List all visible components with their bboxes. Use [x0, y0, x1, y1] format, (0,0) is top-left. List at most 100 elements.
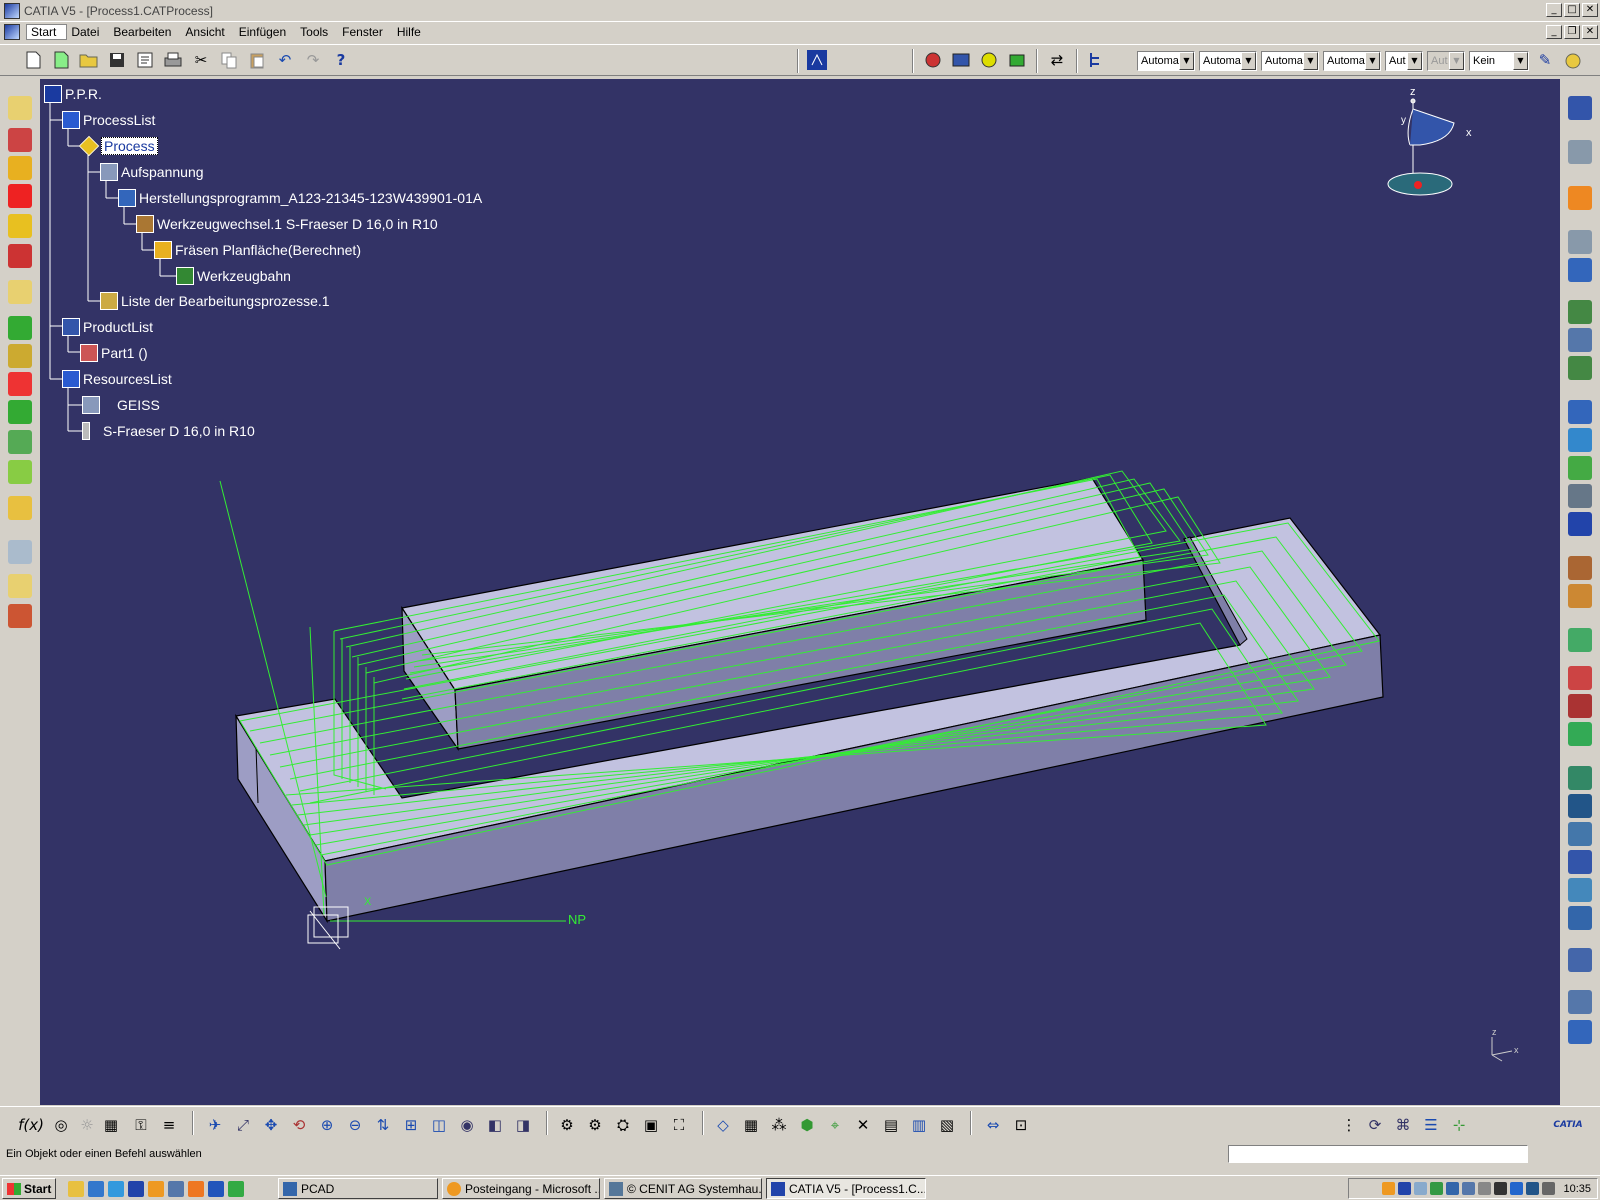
- drilling-icon[interactable]: [8, 344, 32, 368]
- tray-display-icon[interactable]: [1462, 1182, 1476, 1195]
- manufacturing-program-icon[interactable]: [8, 156, 32, 180]
- tool-query-icon[interactable]: [1568, 584, 1592, 608]
- render-style-icon[interactable]: ◉: [456, 1114, 478, 1136]
- lock-icon[interactable]: ⚿: [130, 1114, 152, 1136]
- tools-cross-icon[interactable]: ✕: [852, 1114, 874, 1136]
- layer-dropdown[interactable]: Aut ▼: [1385, 51, 1423, 71]
- green-axis-icon[interactable]: ⊹: [1448, 1114, 1470, 1136]
- whats-this-icon[interactable]: ?: [330, 49, 352, 71]
- tree-icon[interactable]: [1086, 49, 1108, 71]
- layout-icon[interactable]: ▥: [908, 1114, 930, 1136]
- nc-machine-icon[interactable]: [1568, 230, 1592, 254]
- tree-node-machine[interactable]: GEISS: [82, 395, 160, 415]
- redo-icon[interactable]: ↷: [302, 49, 324, 71]
- paste-icon[interactable]: [246, 49, 268, 71]
- machine-rotation-icon[interactable]: [8, 540, 32, 564]
- menu-ansicht[interactable]: Ansicht: [181, 25, 234, 39]
- multi-view-icon[interactable]: ⊞: [400, 1114, 422, 1136]
- video-icon[interactable]: [950, 49, 972, 71]
- points-icon[interactable]: ⁂: [768, 1114, 790, 1136]
- machine-sim-icon[interactable]: ⛭: [612, 1114, 634, 1136]
- analyze-icon[interactable]: ⛶: [668, 1114, 690, 1136]
- info-icon[interactable]: [1568, 990, 1592, 1014]
- line-type-dropdown[interactable]: Automa ▼: [1137, 51, 1195, 71]
- tree-node-manufacturing-program[interactable]: Herstellungsprogramm_A123-21345-123W4399…: [118, 188, 482, 208]
- measure-icon[interactable]: [1568, 140, 1592, 164]
- quicklaunch-explorer-icon[interactable]: [168, 1181, 184, 1197]
- swap-visible-icon[interactable]: ◨: [512, 1114, 534, 1136]
- tree-node-part1[interactable]: Part1 (): [80, 343, 148, 363]
- light-icon[interactable]: ☼: [76, 1114, 98, 1136]
- tray-flag-icon[interactable]: [1526, 1182, 1540, 1195]
- reaming-icon[interactable]: [8, 400, 32, 424]
- document-list-icon[interactable]: [1568, 258, 1592, 282]
- pocketing-icon[interactable]: [8, 244, 32, 268]
- rotary-table-icon[interactable]: [1568, 666, 1592, 690]
- spot-drilling-icon[interactable]: [8, 372, 32, 396]
- wireframe-view-icon[interactable]: [1568, 794, 1592, 818]
- tray-clock-icon[interactable]: [1382, 1182, 1396, 1195]
- tray-security-icon[interactable]: [1510, 1182, 1524, 1195]
- brush-icon[interactable]: ✎: [1534, 49, 1556, 71]
- 3d-viewport[interactable]: NP X z x y z x P.P.R. ProcessList Proces…: [40, 79, 1560, 1105]
- zoom-out-icon[interactable]: ⊖: [344, 1114, 366, 1136]
- doc-close-button[interactable]: ✕: [1582, 25, 1598, 39]
- start-button[interactable]: Start: [2, 1178, 56, 1199]
- menu-einfuegen[interactable]: Einfügen: [235, 25, 296, 39]
- print-icon[interactable]: [162, 49, 184, 71]
- quicklaunch-ie-icon[interactable]: [108, 1181, 124, 1197]
- quicklaunch-word-icon[interactable]: [208, 1181, 224, 1197]
- tool-holder-icon[interactable]: [1568, 356, 1592, 380]
- arc-icon[interactable]: [1568, 878, 1592, 902]
- new-from-icon[interactable]: [50, 49, 72, 71]
- iso-view-icon[interactable]: ◫: [428, 1114, 450, 1136]
- image-icon[interactable]: ▧: [936, 1114, 958, 1136]
- zoom-in-icon[interactable]: ⊕: [316, 1114, 338, 1136]
- part-icon[interactable]: [1006, 49, 1028, 71]
- gears-icon[interactable]: ⚙: [584, 1114, 606, 1136]
- batch-icon[interactable]: [1568, 512, 1592, 536]
- taskbar-item-cenit[interactable]: © CENIT AG Systemhau...: [604, 1178, 762, 1199]
- tray-monitor-icon[interactable]: [1446, 1182, 1460, 1195]
- quicklaunch-firefox-icon[interactable]: [188, 1181, 204, 1197]
- menu-start[interactable]: Start: [26, 24, 68, 40]
- taskbar-item-outlook[interactable]: Posteingang - Microsoft ...: [442, 1178, 600, 1199]
- feed-speed-icon[interactable]: [1568, 556, 1592, 580]
- point-view-icon[interactable]: [1568, 850, 1592, 874]
- home-point-icon[interactable]: [8, 574, 32, 598]
- catalog-icon[interactable]: [1568, 96, 1592, 120]
- post-processor-icon[interactable]: [1568, 694, 1592, 718]
- fly-mode-icon[interactable]: ✈: [204, 1114, 226, 1136]
- tray-volume-icon[interactable]: [1542, 1182, 1556, 1195]
- document-icon[interactable]: [4, 24, 20, 40]
- tree-node-aufspannung[interactable]: Aufspannung: [100, 162, 204, 182]
- plane-icon[interactable]: ◇: [712, 1114, 734, 1136]
- close-button[interactable]: ✕: [1582, 3, 1598, 17]
- gear-icon[interactable]: ⚙: [556, 1114, 578, 1136]
- fit-all-icon[interactable]: ⤢: [232, 1114, 254, 1136]
- quicklaunch-desktop-icon[interactable]: [68, 1181, 84, 1197]
- new-file-icon[interactable]: [22, 49, 44, 71]
- filter-dropdown[interactable]: Kein ▼: [1469, 51, 1529, 71]
- compute-toolpath-icon[interactable]: [1568, 628, 1592, 652]
- compass-toggle-icon[interactable]: [806, 49, 828, 71]
- part-operation-icon[interactable]: [8, 128, 32, 152]
- profile-contouring-icon[interactable]: [8, 280, 32, 304]
- tree-node-tool[interactable]: S-Fraeser D 16,0 in R10: [82, 421, 255, 441]
- green-cube-icon[interactable]: ⬢: [796, 1114, 818, 1136]
- taskbar-item-catia[interactable]: CATIA V5 - [Process1.C...: [766, 1178, 926, 1199]
- quicklaunch-catia-icon[interactable]: [128, 1181, 144, 1197]
- point-style-dropdown[interactable]: Automa ▼: [1323, 51, 1381, 71]
- tray-printer-icon[interactable]: [1414, 1182, 1428, 1195]
- facing-icon[interactable]: [8, 214, 32, 238]
- measure-item-icon[interactable]: ⊡: [1010, 1114, 1032, 1136]
- tray-sync-icon[interactable]: [1478, 1182, 1492, 1195]
- nc-output-icon[interactable]: [1568, 400, 1592, 424]
- tapping-icon[interactable]: [8, 430, 32, 454]
- apt-icon[interactable]: [1568, 428, 1592, 452]
- shading-icon[interactable]: [1562, 49, 1584, 71]
- knowledge-icon[interactable]: ◎: [50, 1114, 72, 1136]
- menu-tools[interactable]: Tools: [296, 25, 338, 39]
- formula-icon[interactable]: f(x): [18, 1114, 44, 1136]
- report-icon[interactable]: [1568, 484, 1592, 508]
